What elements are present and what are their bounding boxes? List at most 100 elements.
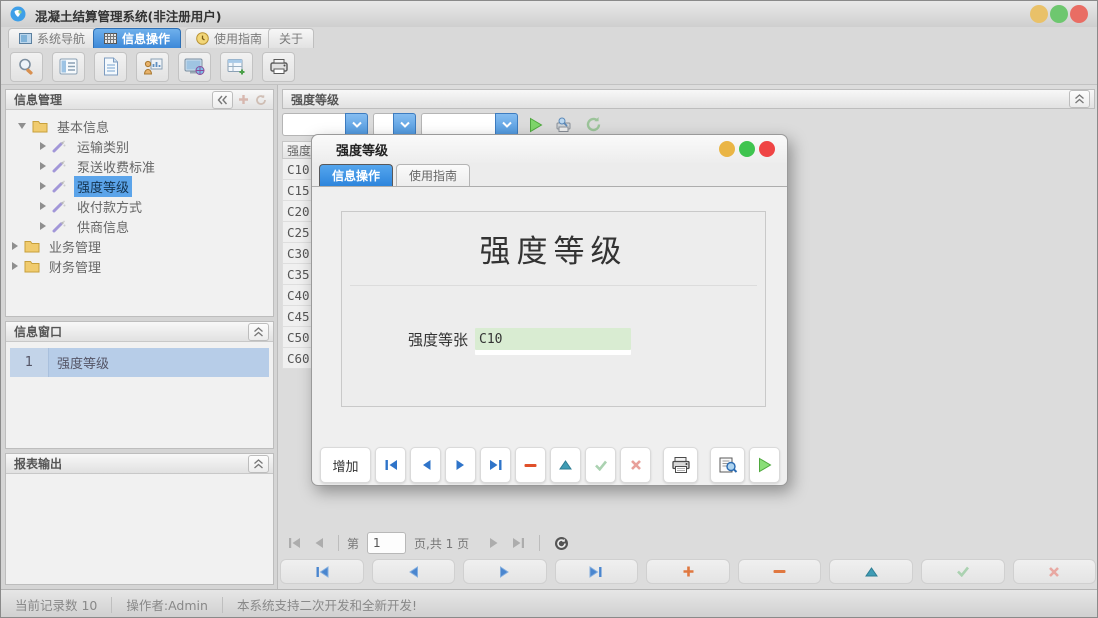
close-button[interactable] xyxy=(1070,5,1088,23)
record-next-button[interactable] xyxy=(463,559,547,584)
expander-right-icon[interactable] xyxy=(40,162,46,170)
monitor-globe-button[interactable] xyxy=(178,51,211,82)
filter-combo-3[interactable] xyxy=(421,113,518,136)
chevron-down-icon[interactable] xyxy=(495,113,518,136)
printer-button[interactable] xyxy=(262,51,295,82)
page-number-input[interactable] xyxy=(367,532,407,554)
record-first-button[interactable] xyxy=(280,559,364,584)
record-edit-button[interactable] xyxy=(829,559,913,584)
tree-item-pump-fee[interactable]: 泵送收费标准 xyxy=(6,156,273,176)
first-record-button[interactable] xyxy=(375,447,406,483)
data-list-button[interactable] xyxy=(52,51,85,82)
expander-down-icon[interactable] xyxy=(18,123,26,129)
next-record-button[interactable] xyxy=(445,447,476,483)
page-last-button[interactable] xyxy=(512,537,525,549)
chevron-down-icon[interactable] xyxy=(345,113,368,136)
expander-right-icon[interactable] xyxy=(40,222,46,230)
minimize-button[interactable] xyxy=(1030,5,1048,23)
tree-item-strength-grade[interactable]: 强度等级 xyxy=(6,175,273,197)
print-preview-button[interactable] xyxy=(710,447,745,483)
strength-grade-dialog: 强度等级 信息操作 使用指南 强度等级 强度等张 增加 xyxy=(311,134,788,486)
edit-record-button[interactable] xyxy=(550,447,581,483)
dialog-close-button[interactable] xyxy=(759,141,775,157)
page-refresh-button[interactable] xyxy=(554,536,569,551)
print-search-button[interactable] xyxy=(552,113,576,137)
execute-query-button[interactable] xyxy=(523,113,547,137)
expander-right-icon[interactable] xyxy=(12,262,18,270)
folder-icon xyxy=(24,259,41,273)
print-button[interactable] xyxy=(663,447,698,483)
dialog-tab-user-guide[interactable]: 使用指南 xyxy=(396,164,471,186)
tree-item-basic-info[interactable]: 基本信息 xyxy=(6,116,273,136)
folder-icon xyxy=(32,119,49,133)
operator-status: 操作者:Admin xyxy=(126,598,208,613)
tool-icon xyxy=(52,199,69,213)
prev-record-button[interactable] xyxy=(410,447,441,483)
expander-right-icon[interactable] xyxy=(12,242,18,250)
refresh-button[interactable] xyxy=(581,113,605,137)
combo-field[interactable] xyxy=(282,113,345,136)
execute-button[interactable] xyxy=(749,447,780,483)
record-nav-strip xyxy=(280,559,1097,584)
document-button[interactable] xyxy=(94,51,127,82)
page-prev-button[interactable] xyxy=(313,537,324,549)
strength-grade-input[interactable] xyxy=(475,328,631,350)
tree-item-business-mgmt[interactable]: 业务管理 xyxy=(6,236,273,256)
record-prev-button[interactable] xyxy=(371,559,456,584)
dialog-maximize-button[interactable] xyxy=(739,141,755,157)
collapse-up-button[interactable] xyxy=(1069,90,1090,108)
dialog-tab-info-operation[interactable]: 信息操作 xyxy=(319,164,394,186)
dialog-minimize-button[interactable] xyxy=(719,141,735,157)
user-report-button[interactable] xyxy=(136,51,169,82)
collapse-up-button[interactable] xyxy=(248,322,269,341)
collapse-left-button[interactable] xyxy=(212,90,233,109)
tree-item-transport-type[interactable]: 运输类别 xyxy=(6,136,273,156)
tree-item-supplier-info[interactable]: 供商信息 xyxy=(6,216,273,236)
expander-right-icon[interactable] xyxy=(40,182,46,190)
double-chevron-left-icon xyxy=(217,95,228,104)
next-icon xyxy=(456,460,464,470)
print-search-icon xyxy=(556,117,571,132)
combo-field[interactable] xyxy=(421,113,495,136)
page-next-button[interactable] xyxy=(489,537,500,549)
search-button[interactable] xyxy=(10,51,43,82)
tab-label: 关于 xyxy=(279,32,304,46)
main-tab-bar: 系统导航 信息操作 使用指南 关于 xyxy=(1,27,1097,50)
page-first-button[interactable] xyxy=(288,537,301,549)
chevron-down-icon[interactable] xyxy=(393,113,416,136)
record-cancel-button[interactable] xyxy=(1012,559,1097,584)
dialog-title-bar[interactable]: 强度等级 xyxy=(312,135,787,163)
filter-combo-2[interactable] xyxy=(373,113,416,136)
info-window-row[interactable]: 1 强度等级 xyxy=(10,348,269,377)
record-delete-button[interactable] xyxy=(737,559,822,584)
last-record-button[interactable] xyxy=(480,447,511,483)
printer-icon xyxy=(671,457,690,473)
content-title: 强度等级 xyxy=(291,92,340,107)
collapse-up-button[interactable] xyxy=(248,454,269,473)
tab-user-guide[interactable]: 使用指南 xyxy=(185,28,274,48)
tree-item-payment-method[interactable]: 收付款方式 xyxy=(6,196,273,216)
table-add-button[interactable] xyxy=(220,51,253,82)
tab-system-nav[interactable]: 系统导航 xyxy=(8,28,97,48)
add-button[interactable]: 增加 xyxy=(320,447,371,483)
record-last-button[interactable] xyxy=(554,559,639,584)
maximize-button[interactable] xyxy=(1050,5,1068,23)
tab-about[interactable]: 关于 xyxy=(268,28,315,48)
record-add-button[interactable] xyxy=(646,559,730,584)
combo-field[interactable] xyxy=(373,113,393,136)
delete-record-button[interactable] xyxy=(515,447,546,483)
tree-item-finance-mgmt[interactable]: 财务管理 xyxy=(6,256,273,276)
commit-button[interactable] xyxy=(585,447,616,483)
tab-info-operation[interactable]: 信息操作 xyxy=(93,28,182,48)
print-preview-icon xyxy=(719,457,737,473)
page-suffix-label: 页,共 1 页 xyxy=(414,536,470,551)
record-commit-button[interactable] xyxy=(920,559,1005,584)
filter-combo-1[interactable] xyxy=(282,113,368,136)
printer-icon xyxy=(269,59,288,74)
expander-right-icon[interactable] xyxy=(40,142,46,150)
expander-right-icon[interactable] xyxy=(40,202,46,210)
tree-item-label: 业务管理 xyxy=(49,240,102,256)
add-node-button[interactable] xyxy=(235,92,251,108)
cancel-button[interactable] xyxy=(620,447,651,483)
refresh-tree-button[interactable] xyxy=(253,92,269,108)
